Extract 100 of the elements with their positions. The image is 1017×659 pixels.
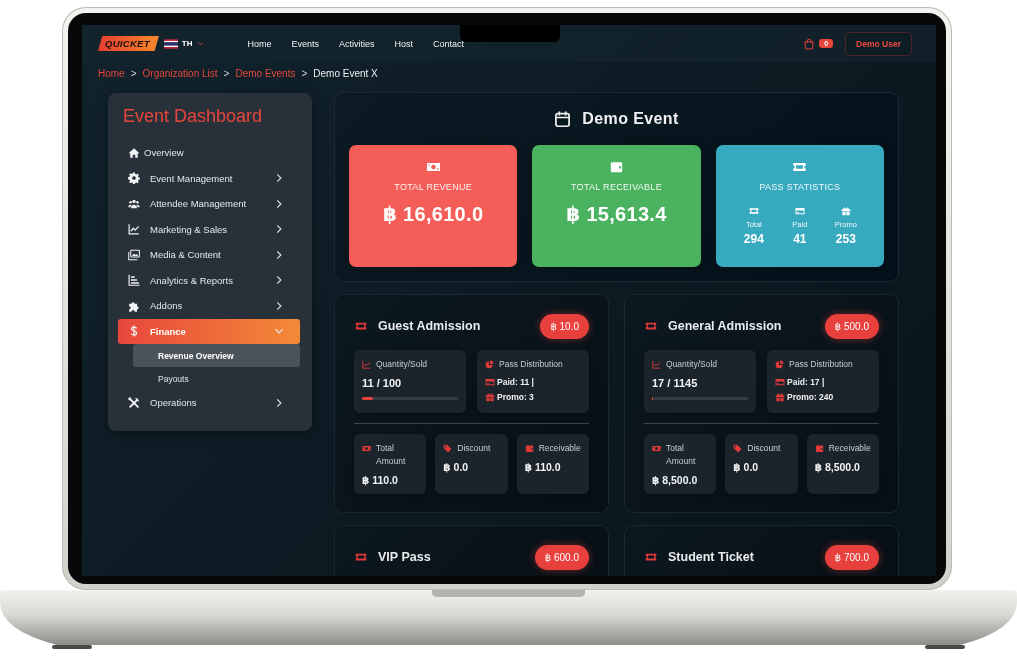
metric-label: Total Amount [376, 442, 407, 468]
nav-link[interactable]: Home [247, 38, 272, 49]
metric-value: ฿ 110.0 [362, 474, 399, 486]
banknote-icon [362, 444, 371, 453]
ticket-icon [644, 320, 658, 332]
sidebar-item[interactable]: Marketing & Sales [118, 216, 300, 242]
ticket-icon [792, 160, 808, 174]
pass-count-value: 41 [793, 232, 807, 246]
breadcrumb-separator: > [301, 67, 308, 79]
sidebar-item[interactable]: Operations [118, 390, 300, 416]
sidebar-title: Event Dashboard [123, 105, 264, 127]
sidebar-item[interactable]: Overview [118, 140, 300, 166]
breadcrumb-separator: > [223, 67, 230, 79]
pie-chart-icon [485, 360, 494, 369]
nav-link[interactable]: Contact [433, 38, 465, 49]
gear-icon [128, 172, 140, 185]
ticket-name: Guest Admission [378, 319, 482, 333]
breadcrumb-link[interactable]: Demo Events [235, 67, 296, 79]
ticket-icon [354, 320, 368, 332]
breadcrumb-link[interactable]: Organization List [142, 67, 218, 79]
price-badge: ฿ 10.0 [540, 313, 589, 339]
promo-count-text: Promo: 240 [787, 391, 834, 403]
pass-count-value: 253 [835, 232, 856, 246]
puzzle-icon [128, 299, 140, 312]
price-badge: ฿ 500.0 [824, 313, 879, 339]
metric-value: ฿ 0.0 [733, 461, 760, 473]
shopping-bag-icon [803, 37, 816, 50]
banknote-icon [652, 444, 661, 453]
paid-count-text: Paid: 17 | [787, 376, 825, 388]
metric-label: Discount [457, 442, 491, 455]
gift-icon [485, 392, 495, 402]
ticket-icon [644, 551, 658, 563]
tag-icon [733, 444, 743, 453]
cart-button[interactable] [803, 37, 816, 50]
metric-value: 17 / 1145 [652, 377, 699, 389]
wallet-icon [814, 444, 824, 453]
metric-value: ฿ 8,500.0 [814, 461, 861, 473]
metric-label: Quantity/Sold [376, 358, 428, 371]
metric-label: Receivable [828, 442, 871, 455]
promo-count-text: Promo: 3 [497, 391, 534, 403]
wallet-icon [609, 160, 624, 174]
credit-card-icon [775, 377, 785, 387]
credit-card-icon [794, 206, 805, 216]
nav-link[interactable]: Activities [339, 38, 375, 49]
dollar-icon [128, 325, 140, 338]
metric-label: Pass Distribution [499, 358, 563, 371]
wallet-icon [524, 444, 534, 453]
price-badge: ฿ 700.0 [824, 544, 879, 570]
calendar-icon [554, 110, 572, 128]
brand-logo[interactable]: QUICKET [98, 36, 159, 51]
ticket-name: Student Ticket [668, 550, 755, 564]
paid-count-text: Paid: 11 | [497, 376, 534, 388]
stat-label: TOTAL RECEIVABLE [571, 182, 662, 192]
caret-down-icon [196, 40, 204, 47]
sidebar-subitem[interactable]: Revenue Overview [133, 344, 300, 367]
line-chart-icon [128, 223, 140, 236]
pie-chart-icon [775, 360, 784, 369]
users-icon [128, 197, 140, 210]
stat-label: PASS STATISTICS [759, 182, 841, 192]
sidebar-subitem[interactable]: Payouts [133, 367, 300, 390]
metric-value: ฿ 110.0 [524, 461, 562, 473]
bar-chart-icon [128, 274, 140, 287]
metric-label: Total Amount [666, 442, 697, 468]
metric-label: Receivable [538, 442, 581, 455]
tag-icon [443, 444, 453, 453]
event-title: Demo Event [582, 110, 679, 128]
metric-label: Discount [747, 442, 781, 455]
stat-value: ฿ 16,610.0 [383, 202, 484, 226]
language-selector[interactable]: TH [163, 38, 204, 49]
nav-link[interactable]: Host [394, 38, 414, 49]
metric-label: Quantity/Sold [666, 358, 718, 371]
breadcrumb-link[interactable]: Home [98, 67, 125, 79]
sidebar-item[interactable]: Analytics & Reports [118, 267, 300, 293]
pass-count-value: 294 [743, 232, 764, 246]
ticket-name: General Admission [668, 319, 783, 333]
breadcrumb-current: Demo Event X [313, 67, 378, 79]
home-icon [128, 146, 140, 159]
credit-card-icon [485, 377, 495, 387]
sidebar-item[interactable]: Addons [118, 293, 300, 319]
metric-label: Pass Distribution [789, 358, 853, 371]
sidebar-item[interactable]: Event Management [118, 165, 300, 191]
nav-link[interactable]: Events [291, 38, 320, 49]
line-chart-icon [652, 360, 661, 369]
ticket-name: VIP Pass [378, 550, 432, 564]
ticket-icon [748, 206, 759, 216]
metric-value: ฿ 8,500.0 [652, 474, 699, 486]
user-menu-button[interactable]: Demo User [845, 31, 912, 56]
gift-icon [840, 206, 851, 216]
stat-label: TOTAL REVENUE [394, 182, 473, 192]
price-badge: ฿ 600.0 [534, 544, 589, 570]
images-icon [128, 248, 140, 261]
tools-icon [128, 396, 140, 409]
sidebar-item[interactable]: Media & Content [118, 242, 300, 268]
sidebar-item[interactable]: Attendee Management [118, 191, 300, 217]
flag-icon [163, 38, 178, 49]
breadcrumb-separator: > [130, 67, 137, 79]
ticket-icon [354, 551, 368, 563]
gift-icon [775, 392, 785, 402]
line-chart-icon [362, 360, 371, 369]
banknote-icon [425, 160, 441, 174]
